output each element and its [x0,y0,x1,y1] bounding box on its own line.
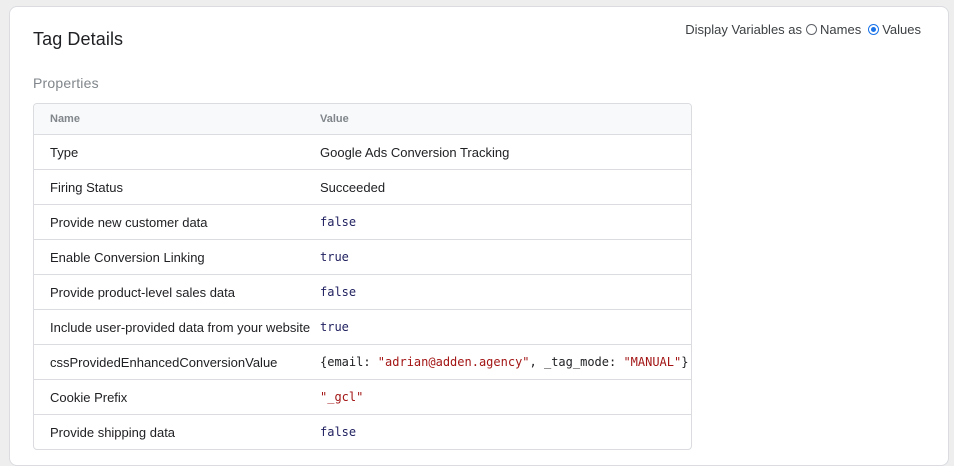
object-mid: , _tag_mode: [529,355,624,369]
column-header-name: Name [50,113,80,125]
property-name: Cookie Prefix [50,389,128,405]
property-name: Enable Conversion Linking [50,249,205,265]
table-row: Firing Status Succeeded [34,169,691,204]
property-name: Provide product-level sales data [50,284,235,300]
table-row: cssProvidedEnhancedConversionValue {emai… [34,344,691,379]
property-name: cssProvidedEnhancedConversionValue [50,354,278,370]
table-row: Include user-provided data from your web… [34,309,691,344]
panel-title: Tag Details [33,29,124,49]
display-variables-label: Display Variables as [685,22,803,37]
tag-details-panel: Tag Details Display Variables as Names V… [9,6,949,466]
table-header-row: Name Value [34,104,691,134]
property-value: Succeeded [320,179,386,195]
object-close: } [681,355,689,369]
property-value: true [320,320,349,334]
radio-names-button[interactable] [806,24,818,35]
properties-table: Name Value Type Google Ads Conversion Tr… [33,103,692,450]
property-value: false [320,425,357,439]
radio-values-label[interactable]: Values [882,22,921,37]
properties-section-title: Properties [33,75,99,91]
display-variables-control: Display Variables as Names Values [685,22,924,37]
object-open: {email: [320,355,378,369]
property-value: true [320,250,349,264]
table-row: Type Google Ads Conversion Tracking [34,134,691,169]
radio-values-button[interactable] [868,24,880,35]
table-row: Provide product-level sales data false [34,274,691,309]
property-value: false [320,215,357,229]
table-row: Enable Conversion Linking true [34,239,691,274]
column-header-value: Value [320,113,349,125]
table-row: Provide shipping data false [34,414,691,449]
property-value: "_gcl" [320,390,364,404]
property-name: Type [50,144,79,160]
object-mode-string: "MANUAL" [623,355,682,369]
property-name: Include user-provided data from your web… [50,319,311,335]
table-row: Cookie Prefix "_gcl" [34,379,691,414]
radio-values[interactable]: Values [868,22,924,37]
property-value: false [320,285,357,299]
property-name: Firing Status [50,179,123,195]
property-value: Google Ads Conversion Tracking [320,144,510,160]
object-email-string: "adrian@adden.agency" [377,355,530,369]
property-name: Provide shipping data [50,424,176,440]
property-value-object: {email: "adrian@adden.agency", _tag_mode… [304,355,691,369]
radio-names[interactable]: Names [806,22,864,37]
radio-names-label[interactable]: Names [820,22,861,37]
table-row: Provide new customer data false [34,204,691,239]
property-name: Provide new customer data [50,214,208,230]
